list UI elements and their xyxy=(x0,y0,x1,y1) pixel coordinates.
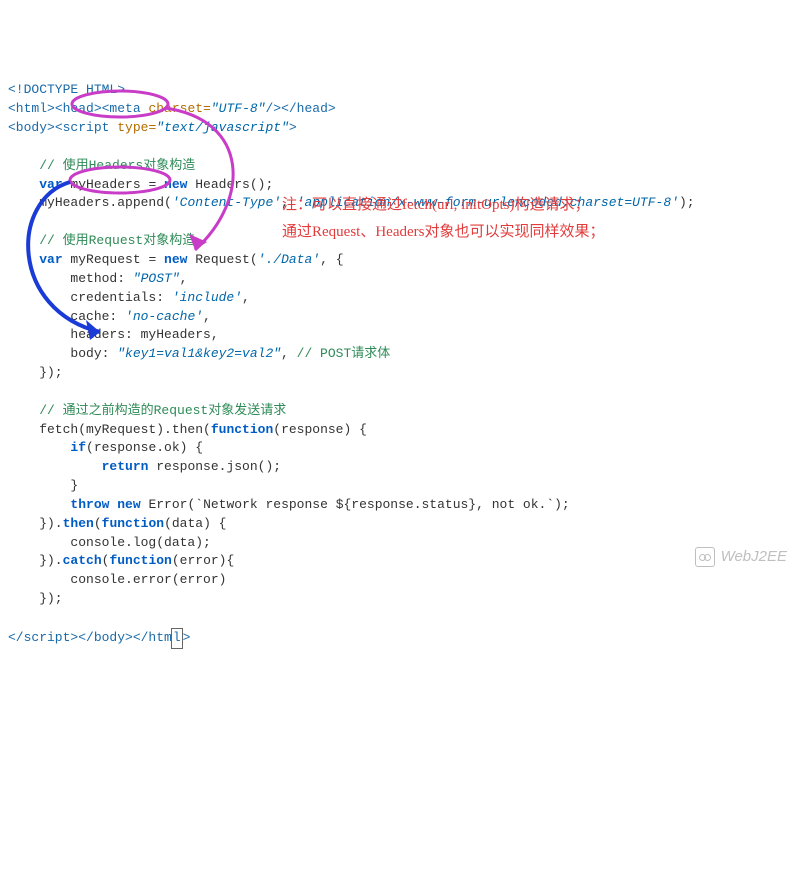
tag-html-open: <html> xyxy=(8,101,55,116)
kw-new: new xyxy=(164,177,187,192)
code-text: ( xyxy=(94,516,102,531)
code-text: , xyxy=(242,290,250,305)
code-text: myHeaders = xyxy=(63,177,164,192)
code-text: (error){ xyxy=(172,553,234,568)
tag-meta-open: <meta xyxy=(102,101,149,116)
comment-body: // POST请求体 xyxy=(297,346,391,361)
code-block: <!DOCTYPE HTML> <html><head><meta charse… xyxy=(8,81,797,648)
kw-var: var xyxy=(39,252,62,267)
str-content-type: 'Content-Type' xyxy=(172,195,281,210)
str-body: "key1=val1&key2=val2" xyxy=(117,346,281,361)
code-text: Error(`Network response ${response.statu… xyxy=(141,497,570,512)
str-utf8: "UTF-8" xyxy=(211,101,266,116)
tag-head-close: </head> xyxy=(281,101,336,116)
code-text: (response) { xyxy=(273,422,367,437)
code-text: , xyxy=(281,346,297,361)
tag-meta-close: /> xyxy=(265,101,281,116)
code-text: <!DOCTYPE HTML> xyxy=(8,82,125,97)
annotation-text-1: 注：可以直接通过fetch(url, initOpts)构造请求； xyxy=(282,195,589,217)
kw-var: var xyxy=(39,177,62,192)
code-text: , xyxy=(180,271,188,286)
code-text: (response.ok) { xyxy=(86,440,203,455)
kw-catch: catch xyxy=(63,553,102,568)
code-text: console.error(error) xyxy=(8,572,226,587)
annotation-text-2: 通过Request、Headers对象也可以实现同样效果； xyxy=(282,222,604,244)
code-text: }); xyxy=(8,365,63,380)
code-text: myHeaders.append( xyxy=(39,195,172,210)
str-post: "POST" xyxy=(133,271,180,286)
code-text: , { xyxy=(320,252,343,267)
code-text: response.json(); xyxy=(148,459,281,474)
tag-script-close: </script> xyxy=(8,630,78,645)
code-text: (data) { xyxy=(164,516,226,531)
tag-head-open: <head> xyxy=(55,101,102,116)
tag-script-gt: > xyxy=(289,120,297,135)
comment-headers: // 使用Headers对象构造 xyxy=(39,158,195,173)
code-text: } xyxy=(8,478,78,493)
comment-fetch: // 通过之前构造的Request对象发送请求 xyxy=(39,403,286,418)
code-text: headers: myHeaders, xyxy=(8,327,219,342)
watermark-text: WebJ2EE xyxy=(721,546,787,568)
code-text: }); xyxy=(8,591,63,606)
code-text: myRequest = xyxy=(63,252,164,267)
kw-function: function xyxy=(102,516,164,531)
tag-html-close-a: </htm xyxy=(133,630,172,645)
code-text: Request( xyxy=(187,252,257,267)
attr-type: type= xyxy=(117,120,156,135)
tag-body-open: <body> xyxy=(8,120,55,135)
kw-function: function xyxy=(109,553,171,568)
kw-throw: throw xyxy=(70,497,109,512)
code-text: method: xyxy=(8,271,133,286)
code-text: fetch(myRequest).then( xyxy=(8,422,211,437)
str-nocache: 'no-cache' xyxy=(125,309,203,324)
tag-html-close-b: > xyxy=(183,630,191,645)
code-text: cache: xyxy=(8,309,125,324)
kw-new: new xyxy=(164,252,187,267)
str-include: 'include' xyxy=(172,290,242,305)
code-text: Headers(); xyxy=(187,177,273,192)
code-text: credentials: xyxy=(8,290,172,305)
code-text xyxy=(8,459,102,474)
kw-function: function xyxy=(211,422,273,437)
code-text: body: xyxy=(8,346,117,361)
str-data-url: './Data' xyxy=(258,252,320,267)
kw-if: if xyxy=(70,440,86,455)
comment-request: // 使用Request对象构造 xyxy=(39,233,195,248)
tag-script-open: <script xyxy=(55,120,117,135)
kw-new: new xyxy=(117,497,140,512)
tag-body-close: </body> xyxy=(78,630,133,645)
code-text: console.log(data); xyxy=(8,535,211,550)
attr-charset: charset= xyxy=(148,101,210,116)
code-text: ); xyxy=(679,195,695,210)
kw-then: then xyxy=(63,516,94,531)
kw-return: return xyxy=(102,459,149,474)
code-text: , xyxy=(203,309,211,324)
code-text: }). xyxy=(8,553,63,568)
code-text: }). xyxy=(8,516,63,531)
text-cursor: l xyxy=(171,628,183,649)
code-text xyxy=(8,497,70,512)
watermark: WebJ2EE xyxy=(695,546,787,568)
str-js: "text/javascript" xyxy=(156,120,289,135)
code-text xyxy=(8,440,70,455)
wechat-icon xyxy=(695,547,715,567)
